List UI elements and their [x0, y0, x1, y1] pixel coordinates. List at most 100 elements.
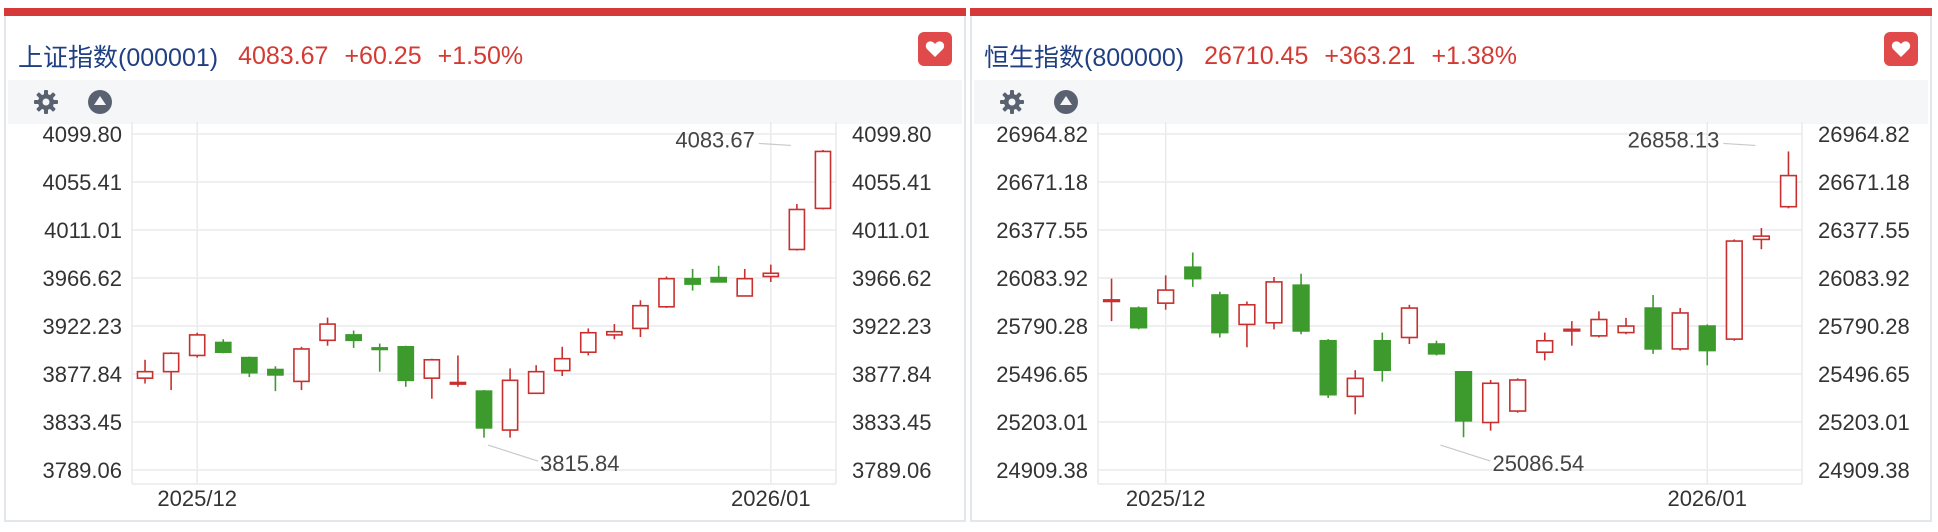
y-tick-label-right: 26964.82 [1818, 122, 1910, 147]
candle [214, 339, 232, 354]
candle [1590, 311, 1608, 338]
candle [1102, 278, 1121, 322]
y-tick-label-left: 4099.80 [42, 122, 122, 147]
candle-body [1536, 339, 1554, 354]
candle-body [319, 323, 336, 342]
candle [1265, 277, 1283, 330]
candle-body [501, 379, 519, 431]
candle [1211, 291, 1229, 338]
candle [1346, 370, 1364, 415]
candle-body [1102, 299, 1121, 303]
candle-body [1779, 174, 1798, 208]
candle-body [1129, 307, 1148, 329]
candle-body [1590, 318, 1608, 337]
candle [527, 365, 545, 395]
candle-body [423, 358, 441, 379]
candle-body [1752, 235, 1771, 241]
annotation-high-label: 26858.13 [1628, 127, 1720, 152]
candle [1319, 339, 1337, 398]
candle-body [1509, 379, 1527, 412]
candle [1725, 239, 1743, 341]
annotation-leader [1723, 142, 1756, 147]
candle-body [1211, 294, 1229, 334]
y-tick-label-left: 26671.18 [996, 170, 1088, 195]
candle [1238, 301, 1256, 348]
y-tick-label-left: 3966.62 [42, 266, 122, 291]
y-tick-label-left: 3922.23 [42, 314, 122, 339]
annotation-low-label: 25086.54 [1492, 451, 1584, 476]
candle-body [579, 331, 597, 354]
candle-body [240, 356, 258, 374]
index-panel-hangseng: 恒生指数(800000) 26710.45 +363.21 +1.38% 269… [970, 8, 1932, 522]
candle [293, 346, 310, 391]
candle-body [1373, 339, 1391, 371]
y-tick-label-left: 25496.65 [996, 362, 1088, 387]
candle [1454, 371, 1473, 438]
candle-body [632, 304, 649, 330]
y-tick-label-right: 25496.65 [1818, 362, 1910, 387]
candle-body [162, 352, 180, 373]
y-tick-label-right: 26377.55 [1818, 218, 1910, 243]
candle [632, 300, 649, 338]
candle-body [762, 272, 780, 278]
candle [1292, 273, 1310, 335]
y-tick-label-right: 3833.45 [852, 410, 932, 435]
candle [136, 359, 154, 384]
y-tick-label-left: 26083.92 [996, 266, 1088, 291]
y-tick-label-left: 3833.45 [42, 410, 122, 435]
candle-body [1346, 377, 1364, 398]
candle-body [710, 276, 728, 283]
candle-body [1184, 266, 1202, 280]
candle-body [658, 277, 675, 308]
y-tick-label-left: 26964.82 [996, 122, 1088, 147]
candle-body [788, 208, 806, 251]
candlestick-chart: 26964.82 26964.82 26671.18 26671.18 26377.55… [996, 122, 1910, 511]
candle [814, 150, 832, 210]
candle [736, 268, 754, 297]
candle-body [736, 277, 754, 297]
candle [788, 204, 806, 251]
x-tick-label: 2026/01 [731, 486, 811, 511]
y-tick-label-right: 24909.38 [1818, 458, 1910, 483]
candle-body [1400, 307, 1419, 339]
candle-body [606, 330, 623, 336]
y-tick-label-right: 4099.80 [852, 122, 932, 147]
candle-body [475, 390, 493, 429]
candle-body [267, 368, 284, 376]
candles [136, 150, 832, 438]
y-tick-label-right: 25203.01 [1818, 410, 1910, 435]
candle [449, 355, 467, 387]
candle [371, 343, 389, 372]
y-tick-label-left: 25790.28 [996, 314, 1088, 339]
y-tick-label-left: 26377.55 [996, 218, 1088, 243]
y-tick-label-left: 25203.01 [996, 410, 1088, 435]
candle-body [1563, 328, 1581, 332]
candle-body [1671, 312, 1689, 350]
candle [1671, 308, 1689, 351]
candle [162, 352, 180, 391]
candles [1102, 151, 1798, 438]
candle [684, 268, 701, 291]
candle [267, 366, 284, 392]
candle-body [1427, 343, 1446, 355]
candle [475, 390, 493, 438]
candle [658, 276, 675, 308]
grid [1097, 122, 1803, 485]
candle-body [684, 277, 701, 285]
candle [1617, 317, 1635, 335]
candle-body [293, 348, 310, 383]
y-tick-label-right: 3877.84 [852, 362, 932, 387]
candle-body [1481, 382, 1500, 424]
y-tick-label-right: 3922.23 [852, 314, 932, 339]
candle [1563, 321, 1581, 346]
y-tick-label-right: 3789.06 [852, 458, 932, 483]
candle-body [1265, 281, 1283, 324]
annotation-leader [1440, 444, 1491, 462]
y-tick-label-right: 26671.18 [1818, 170, 1910, 195]
annotation-leader [758, 142, 791, 147]
candle-body [371, 347, 389, 351]
index-panel-shanghai: 上证指数(000001) 4083.67 +60.25 +1.50% 4099.… [4, 8, 966, 522]
y-tick-label-left: 4055.41 [42, 170, 122, 195]
candle [1644, 294, 1662, 354]
candle [1698, 324, 1716, 366]
